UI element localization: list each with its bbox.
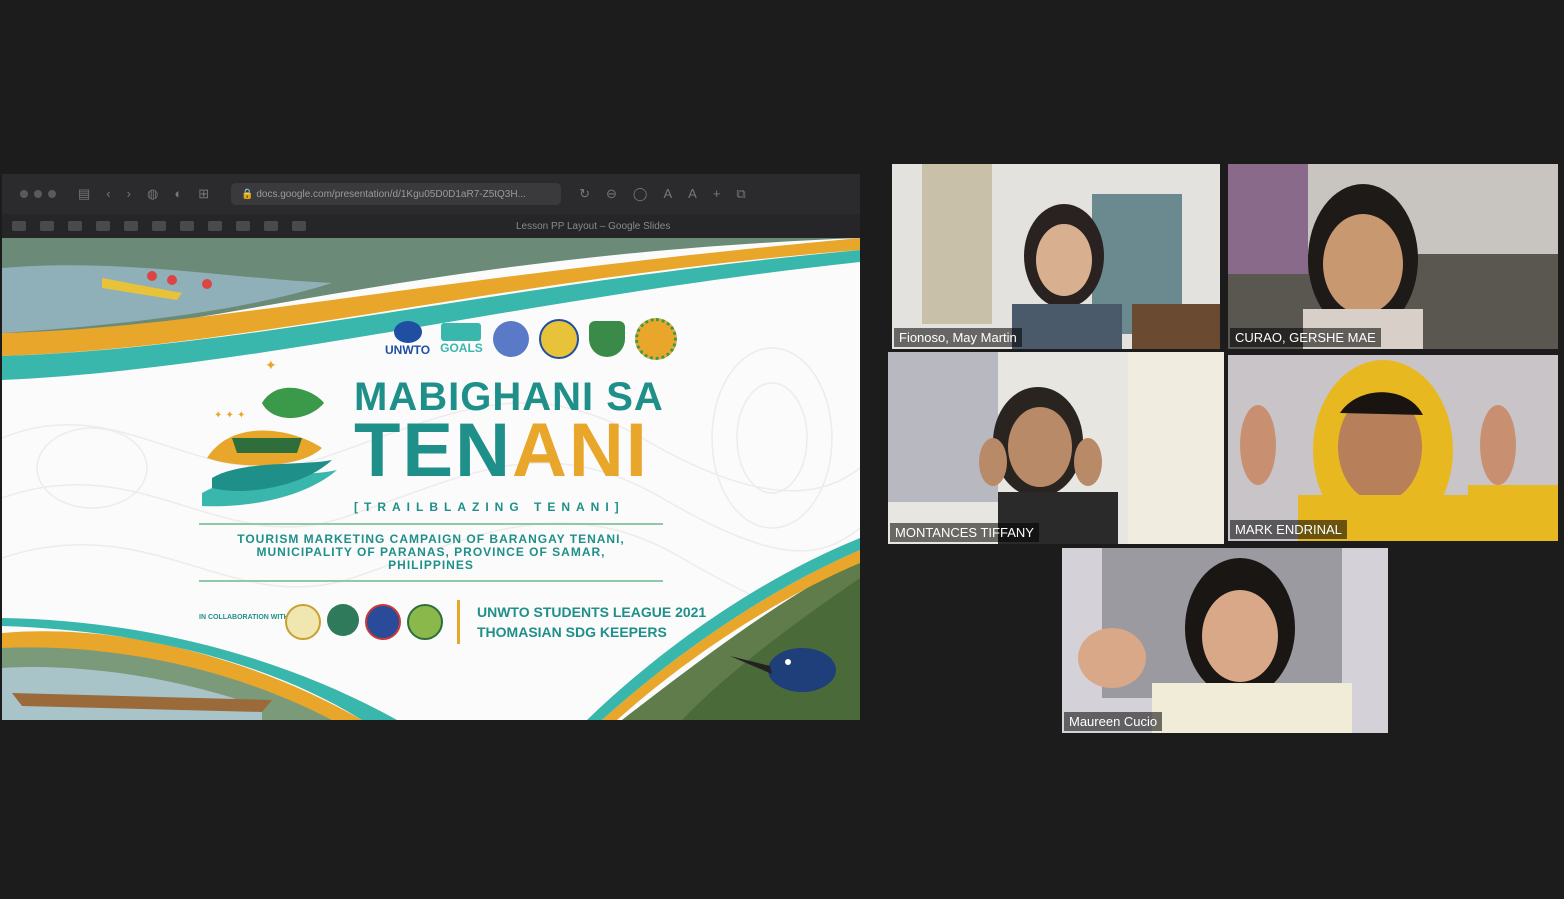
collab-logos [285, 604, 443, 640]
participant-name: Fionoso, May Martin [894, 328, 1022, 347]
unwto-students-logo [492, 321, 529, 357]
document-title: Lesson PP Layout – Google Slides [516, 220, 671, 232]
window-controls[interactable] [20, 190, 56, 198]
font-large-icon[interactable]: A [688, 186, 697, 202]
league-divider [457, 600, 460, 644]
lock-icon: 🔒 [241, 188, 257, 200]
collab-label: IN COLLABORATION WITH [199, 614, 289, 621]
participant-tile-2[interactable]: CURAO, GERSHE MAE [1228, 164, 1558, 349]
svg-text:✦ ✦ ✦: ✦ ✦ ✦ [214, 410, 246, 421]
participant-video-3 [888, 352, 1224, 544]
forward-icon[interactable]: › [127, 186, 131, 202]
browser-toolbar: ▤ ‹ › ◍ ◐ ⊞ 🔒 docs.google.com/presentati… [2, 174, 860, 214]
privacy-icon[interactable]: ◯ [633, 186, 648, 202]
participant-video-5 [1062, 548, 1388, 733]
presentation-slide: ✦ ✦ ✦ ✦ UNWTO GOALS MABIGHANI SA TENANI … [2, 238, 860, 720]
slides-tool-icons[interactable] [12, 221, 306, 231]
slides-toolbar: Lesson PP Layout – Google Slides [2, 214, 860, 238]
tabs-icon[interactable]: ⧉ [736, 186, 745, 202]
campaign-text: TOURISM MARKETING CAMPAIGN OF BARANGAY T… [237, 532, 625, 572]
contrast-icon[interactable]: ◐ [174, 186, 182, 202]
participant-name: Maureen Cucio [1064, 712, 1163, 731]
participant-name: CURAO, GERSHE MAE [1230, 328, 1381, 347]
address-bar[interactable]: 🔒 docs.google.com/presentation/d/1Kgu05D… [231, 183, 562, 205]
participant-tile-1[interactable]: Fionoso, May Martin [892, 164, 1220, 349]
sun-logo [634, 318, 677, 360]
league-text: UNWTO STUDENTS LEAGUE 2021 THOMASIAN SDG… [477, 604, 707, 640]
download-icon[interactable]: ⊖ [606, 186, 617, 202]
shield-icon[interactable]: ◍ [147, 186, 158, 202]
participant-name: MARK ENDRINAL [1230, 520, 1347, 539]
font-small-icon[interactable]: A [663, 186, 672, 202]
new-tab-icon[interactable]: + [713, 186, 721, 202]
participant-name: MONTANCES TIFFANY [890, 523, 1039, 542]
shield-logo [588, 321, 625, 357]
seal-logo-1 [538, 319, 579, 359]
sdg-goals-logo: GOALS [440, 323, 483, 355]
shared-screen: ▤ ‹ › ◍ ◐ ⊞ 🔒 docs.google.com/presentati… [2, 174, 860, 720]
participant-video-4 [1228, 355, 1558, 541]
slide-title-line2: TENANI [354, 408, 649, 493]
grid-icon[interactable]: ⊞ [198, 186, 209, 202]
unwto-logo: UNWTO [385, 321, 430, 357]
participant-video-2 [1228, 164, 1558, 349]
participant-tile-4[interactable]: MARK ENDRINAL [1228, 355, 1558, 541]
slide-subtitle: [TRAILBLAZING TENANI] [354, 500, 625, 514]
url-text: docs.google.com/presentation/d/1Kgu05D0D… [256, 188, 526, 200]
participant-video-1 [892, 164, 1220, 349]
partner-logos: UNWTO GOALS [385, 318, 677, 360]
participant-tile-5[interactable]: Maureen Cucio [1062, 548, 1388, 733]
svg-text:✦: ✦ [265, 358, 277, 374]
divider-top [199, 523, 663, 525]
back-icon[interactable]: ‹ [106, 186, 110, 202]
divider-bottom [199, 580, 663, 582]
sidebar-icon[interactable]: ▤ [78, 186, 90, 202]
reload-icon[interactable]: ↻ [579, 186, 590, 202]
participant-tile-3-active-speaker[interactable]: MONTANCES TIFFANY [888, 352, 1224, 544]
